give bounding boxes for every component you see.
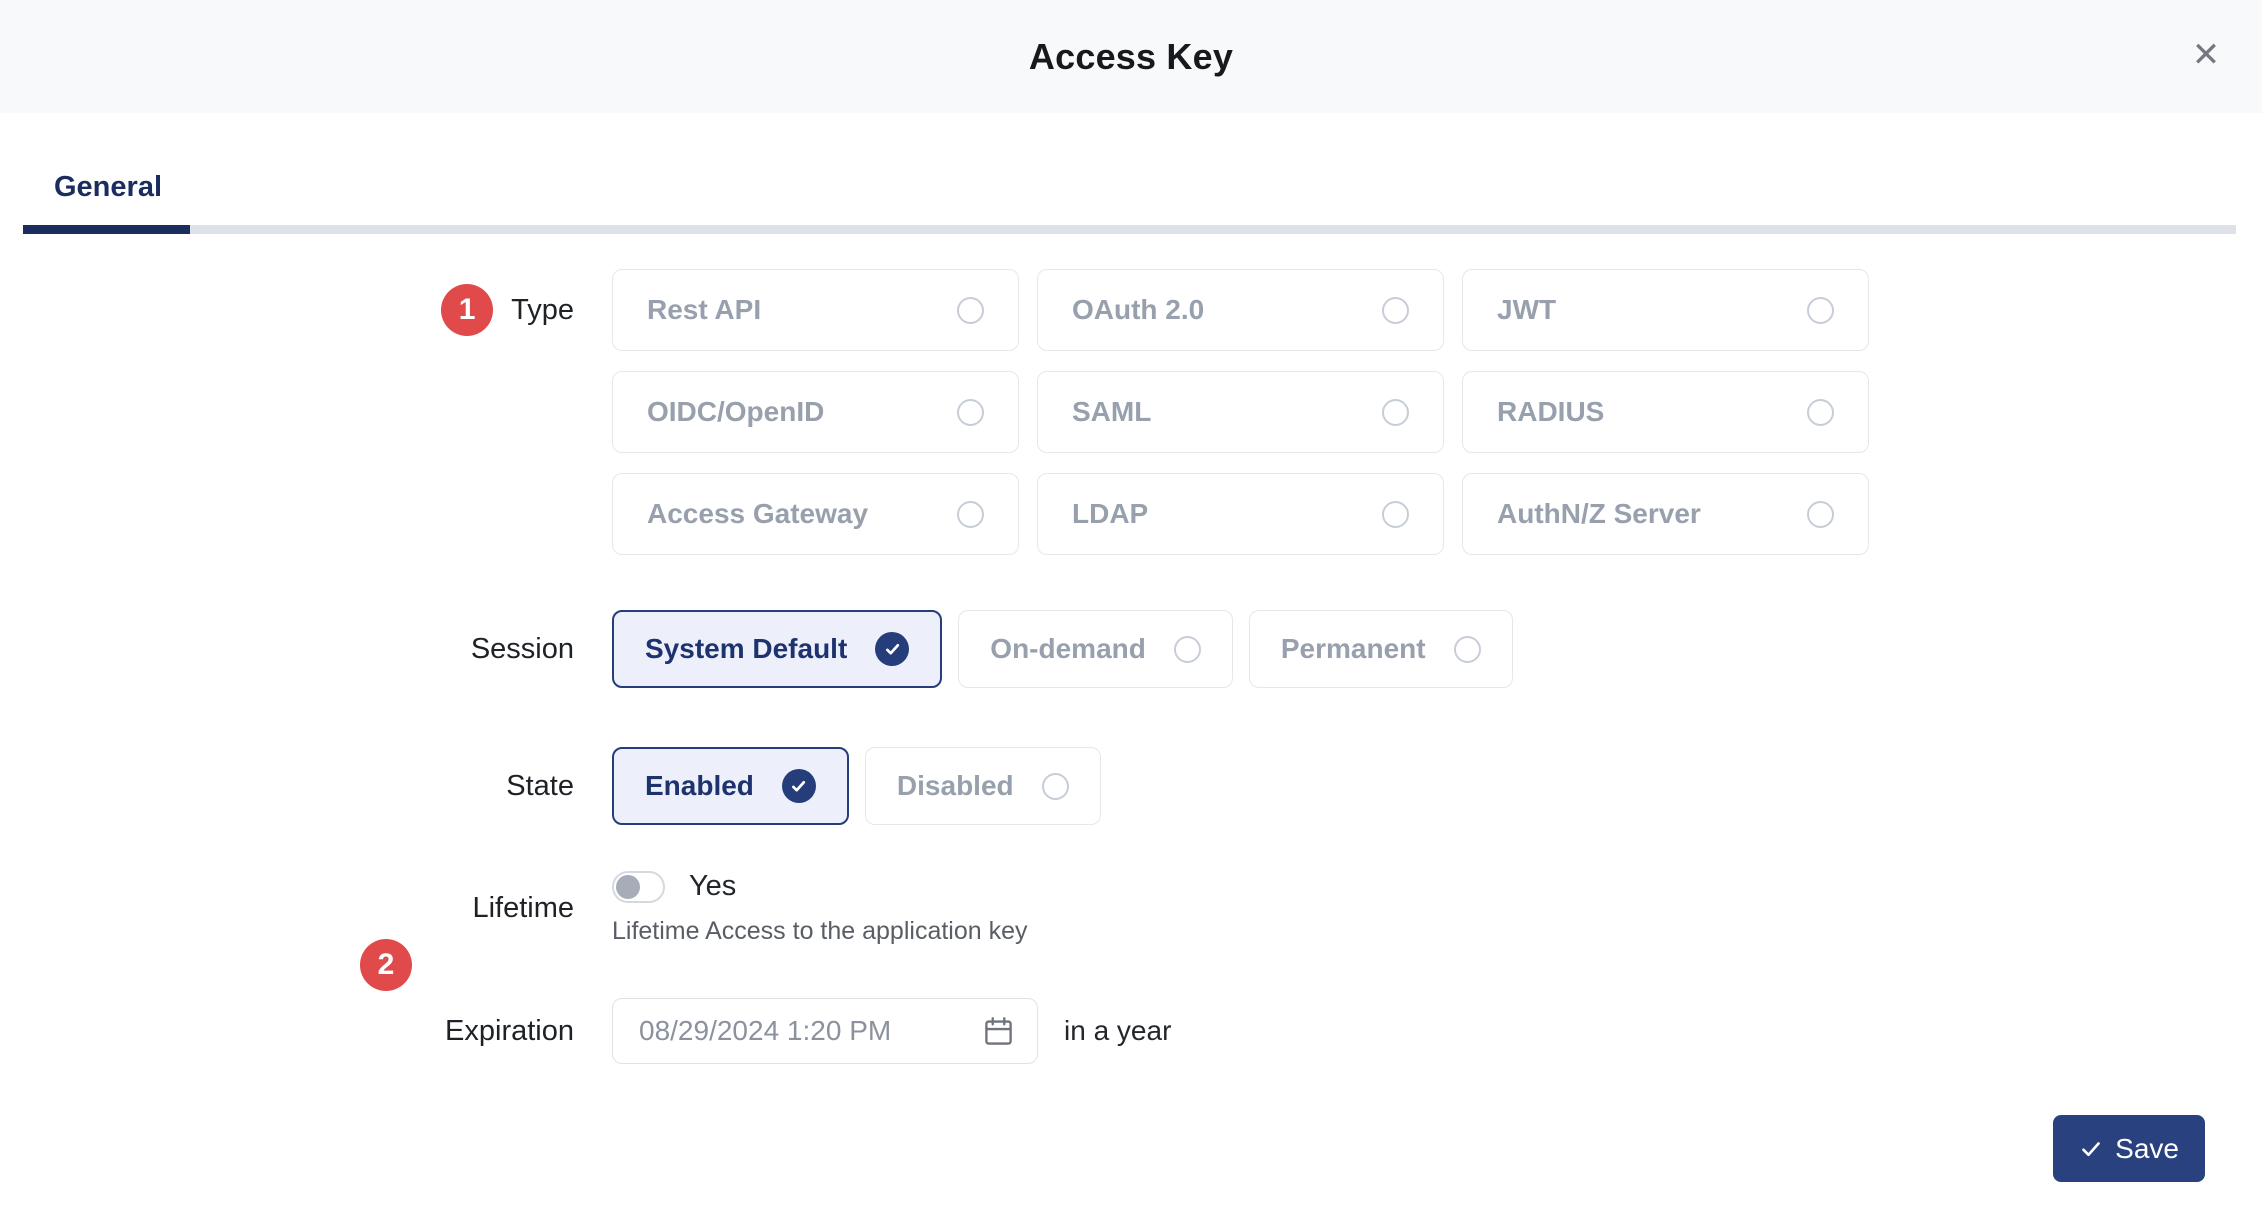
expiration-date-value: 08/29/2024 1:20 PM — [639, 1015, 891, 1047]
state-row: State Enabled Disabled — [0, 747, 2262, 825]
state-label-cell: State — [0, 770, 612, 803]
session-label: Session — [471, 633, 574, 666]
state-option-label: Enabled — [645, 770, 754, 802]
lifetime-description: Lifetime Access to the application key — [612, 917, 2262, 946]
type-option-label: OAuth 2.0 — [1072, 294, 1204, 326]
session-option-system-default[interactable]: System Default — [612, 610, 942, 688]
type-option-radius[interactable]: RADIUS — [1462, 371, 1869, 453]
session-choice-group: System Default On-demand Permanent — [612, 610, 2262, 688]
radio-unchecked-icon[interactable] — [1382, 501, 1409, 528]
type-option-oidc-openid[interactable]: OIDC/OpenID — [612, 371, 1019, 453]
type-option-authnz-server[interactable]: AuthN/Z Server — [1462, 473, 1869, 555]
modal-footer: Save — [0, 1115, 2262, 1182]
state-option-label: Disabled — [897, 770, 1014, 802]
radio-checked-icon[interactable] — [875, 632, 909, 666]
session-row: Session System Default On-demand Permane… — [0, 610, 2262, 688]
radio-unchecked-icon[interactable] — [1382, 399, 1409, 426]
type-option-label: OIDC/OpenID — [647, 396, 824, 428]
lifetime-label-cell: Lifetime — [0, 892, 612, 925]
save-button[interactable]: Save — [2053, 1115, 2205, 1182]
type-option-access-gateway[interactable]: Access Gateway — [612, 473, 1019, 555]
type-option-label: SAML — [1072, 396, 1151, 428]
type-label-cell: 1 Type — [0, 269, 612, 351]
radio-unchecked-icon[interactable] — [957, 297, 984, 324]
radio-unchecked-icon[interactable] — [1807, 399, 1834, 426]
tab-active-indicator — [23, 225, 190, 234]
toggle-knob[interactable] — [616, 875, 640, 899]
save-button-label: Save — [2115, 1133, 2179, 1165]
lifetime-label: Lifetime — [472, 892, 574, 925]
access-key-form: 1 Type Rest API OAuth 2.0 JWT OIDC/OpenI… — [0, 234, 2262, 1182]
expiration-label: Expiration — [445, 1015, 574, 1048]
session-option-label: On-demand — [990, 633, 1146, 665]
state-label: State — [506, 770, 574, 803]
type-label: Type — [511, 294, 574, 327]
radio-unchecked-icon[interactable] — [1174, 636, 1201, 663]
lifetime-toggle-line: Yes — [612, 870, 2262, 903]
expiration-date-input[interactable]: 08/29/2024 1:20 PM — [612, 998, 1038, 1064]
type-option-label: AuthN/Z Server — [1497, 498, 1701, 530]
calendar-icon[interactable] — [982, 1015, 1015, 1048]
close-icon[interactable]: ✕ — [2168, 17, 2244, 93]
expiration-control-cell: 08/29/2024 1:20 PM in a year — [612, 998, 2262, 1064]
tab-bar: General — [0, 113, 2262, 234]
state-choice-group: Enabled Disabled — [612, 747, 2262, 825]
type-option-label: Access Gateway — [647, 498, 868, 530]
lifetime-control-cell: Yes Lifetime Access to the application k… — [612, 870, 2262, 946]
lifetime-toggle-value: Yes — [689, 870, 736, 903]
type-option-label: RADIUS — [1497, 396, 1604, 428]
type-option-jwt[interactable]: JWT — [1462, 269, 1869, 351]
page-title: Access Key — [1029, 36, 1233, 78]
modal-header: Access Key ✕ — [0, 0, 2262, 113]
radio-checked-icon[interactable] — [782, 769, 816, 803]
session-label-cell: Session — [0, 633, 612, 666]
type-option-label: Rest API — [647, 294, 761, 326]
state-option-disabled[interactable]: Disabled — [865, 747, 1101, 825]
type-option-label: LDAP — [1072, 498, 1148, 530]
tab-track — [23, 225, 2236, 234]
expiration-row: Expiration 08/29/2024 1:20 PM in a year — [0, 998, 2262, 1064]
type-option-oauth2[interactable]: OAuth 2.0 — [1037, 269, 1444, 351]
radio-unchecked-icon[interactable] — [1042, 773, 1069, 800]
access-key-modal: Access Key ✕ General 1 Type Rest API OAu… — [0, 0, 2262, 1182]
radio-unchecked-icon[interactable] — [1382, 297, 1409, 324]
tab-general[interactable]: General — [54, 171, 162, 225]
lifetime-toggle[interactable] — [612, 871, 665, 903]
radio-unchecked-icon[interactable] — [1807, 501, 1834, 528]
step-badge-1: 1 — [441, 284, 493, 336]
type-option-ldap[interactable]: LDAP — [1037, 473, 1444, 555]
session-option-label: System Default — [645, 633, 847, 665]
radio-unchecked-icon[interactable] — [957, 501, 984, 528]
radio-unchecked-icon[interactable] — [1454, 636, 1481, 663]
session-option-permanent[interactable]: Permanent — [1249, 610, 1513, 688]
lifetime-row: 2 Lifetime Yes Lifetime Access to the ap… — [0, 870, 2262, 946]
session-option-label: Permanent — [1281, 633, 1426, 665]
type-option-grid: Rest API OAuth 2.0 JWT OIDC/OpenID SAML — [612, 269, 2262, 555]
check-icon — [2079, 1137, 2103, 1161]
session-option-on-demand[interactable]: On-demand — [958, 610, 1233, 688]
expiration-hint: in a year — [1064, 1015, 1171, 1047]
step-badge-2: 2 — [360, 939, 412, 991]
type-row: 1 Type Rest API OAuth 2.0 JWT OIDC/OpenI… — [0, 269, 2262, 555]
state-option-enabled[interactable]: Enabled — [612, 747, 849, 825]
radio-unchecked-icon[interactable] — [957, 399, 984, 426]
type-option-rest-api[interactable]: Rest API — [612, 269, 1019, 351]
expiration-label-cell: Expiration — [0, 1015, 612, 1048]
radio-unchecked-icon[interactable] — [1807, 297, 1834, 324]
type-option-label: JWT — [1497, 294, 1556, 326]
type-option-saml[interactable]: SAML — [1037, 371, 1444, 453]
